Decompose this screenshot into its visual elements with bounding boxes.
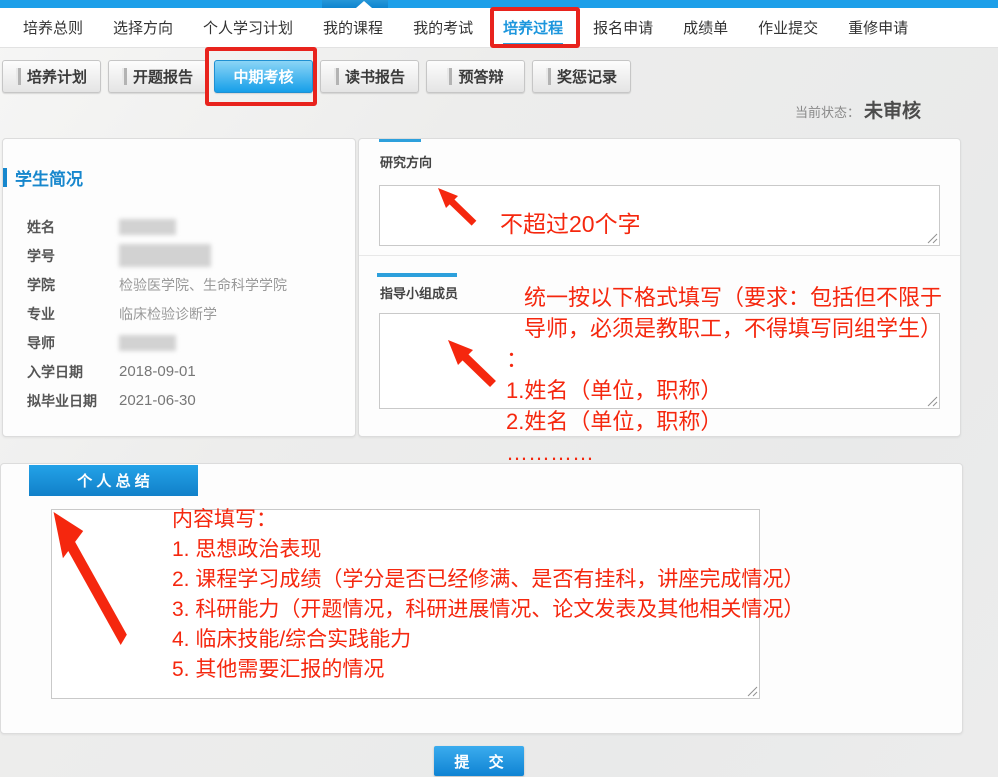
grip-icon [334,68,339,85]
field-row-enroll-date: 入学日期 2018-09-01 [3,357,355,386]
masked-value [119,335,176,351]
tab-label: 培养计划 [27,66,87,87]
field-label: 姓名 [3,217,119,237]
nav-item[interactable]: 培养总则 [23,8,83,47]
title-accent-bar [3,168,7,187]
nav-item[interactable]: 作业提交 [758,8,818,47]
tab-label: 中期考核 [233,66,293,87]
field-value: 临床检验诊断学 [119,304,217,324]
resize-handle-icon[interactable] [927,233,938,244]
field-row-student-id: 学号 [3,241,355,270]
grip-icon [546,68,551,85]
advisory-group-textarea[interactable] [380,314,939,408]
personal-summary-textarea[interactable] [52,510,759,698]
nav-item[interactable]: 我的考试 [413,8,473,47]
advisory-group-field [379,313,940,409]
tab-label: 读书报告 [345,66,405,87]
submit-button[interactable]: 提 交 [434,746,524,776]
field-value: 检验医学院、生命科学学院 [119,275,287,295]
top-accent-bar-active-segment [322,0,388,8]
field-value: 2018-09-01 [119,363,196,380]
main-nav: 培养总则 选择方向 个人学习计划 我的课程 我的考试 培养过程 报名申请 成绩单… [0,8,998,48]
section-divider [359,255,960,256]
nav-item[interactable]: 个人学习计划 [203,8,293,47]
tab-label: 开题报告 [133,66,193,87]
tab-item[interactable]: 开题报告 [108,60,207,93]
nav-item-active[interactable]: 培养过程 [503,8,563,47]
field-row-major: 专业 临床检验诊断学 [3,299,355,328]
field-row-graduate-date: 拟毕业日期 2021-06-30 [3,386,355,415]
field-value: 2021-06-30 [119,392,196,409]
sub-tabs: 培养计划 开题报告 中期考核 读书报告 预答辩 奖惩记录 [2,60,631,93]
grip-icon [447,68,452,85]
top-accent-bar [0,0,998,8]
page: 培养总则 选择方向 个人学习计划 我的课程 我的考试 培养过程 报名申请 成绩单… [0,0,998,777]
field-row-college: 学院 检验医学院、生命科学学院 [3,270,355,299]
field-row-name: 姓名 [3,212,355,241]
nav-item[interactable]: 选择方向 [113,8,173,47]
panel-title-text: 学生简况 [15,165,83,190]
field-label: 学院 [3,275,119,295]
advisory-group-label: 指导小组成员 [380,283,458,302]
research-direction-textarea[interactable] [380,186,939,245]
student-fields: 姓名 学号 学院 检验医学院、生命科学学院 专业 临床检验诊断学 导师 入学日期 [3,212,355,415]
masked-value [119,219,176,235]
research-direction-label: 研究方向 [380,152,432,171]
tab-item[interactable]: 读书报告 [320,60,419,93]
tab-item-active[interactable]: 中期考核 [214,60,313,93]
personal-summary-header[interactable]: 个 人 总 结 [29,465,198,496]
nav-item[interactable]: 我的课程 [323,8,383,47]
personal-summary-panel: 个 人 总 结 [0,463,963,734]
tab-item[interactable]: 预答辩 [426,60,525,93]
section-accent-bar [377,273,457,277]
field-row-tutor: 导师 [3,328,355,357]
section-accent-bar [379,139,421,142]
tab-item[interactable]: 培养计划 [2,60,101,93]
tab-label: 预答辩 [458,66,503,87]
field-label: 学号 [3,246,119,266]
status-label: 当前状态： [795,102,860,121]
masked-value [119,244,211,267]
nav-item[interactable]: 报名申请 [593,8,653,47]
midterm-form-panel: 研究方向 指导小组成员 [358,138,961,437]
nav-item[interactable]: 重修申请 [848,8,908,47]
field-label: 专业 [3,304,119,324]
field-label: 拟毕业日期 [3,391,119,411]
current-status: 当前状态： 未审核 [795,96,955,123]
panel-title: 学生简况 [3,165,83,190]
student-info-panel: 学生简况 姓名 学号 学院 检验医学院、生命科学学院 专业 临床检验诊断学 导师 [2,138,356,437]
tab-item[interactable]: 奖惩记录 [532,60,631,93]
research-direction-field [379,185,940,246]
resize-handle-icon[interactable] [747,686,758,697]
status-badge: 未审核 [864,96,921,123]
personal-summary-field [51,509,760,699]
tab-label: 奖惩记录 [557,66,617,87]
resize-handle-icon[interactable] [927,396,938,407]
active-menu-pointer-icon [356,1,372,8]
field-label: 导师 [3,333,119,353]
nav-item[interactable]: 成绩单 [683,8,728,47]
field-label: 入学日期 [3,362,119,382]
grip-icon [122,68,127,85]
grip-icon [16,68,21,85]
